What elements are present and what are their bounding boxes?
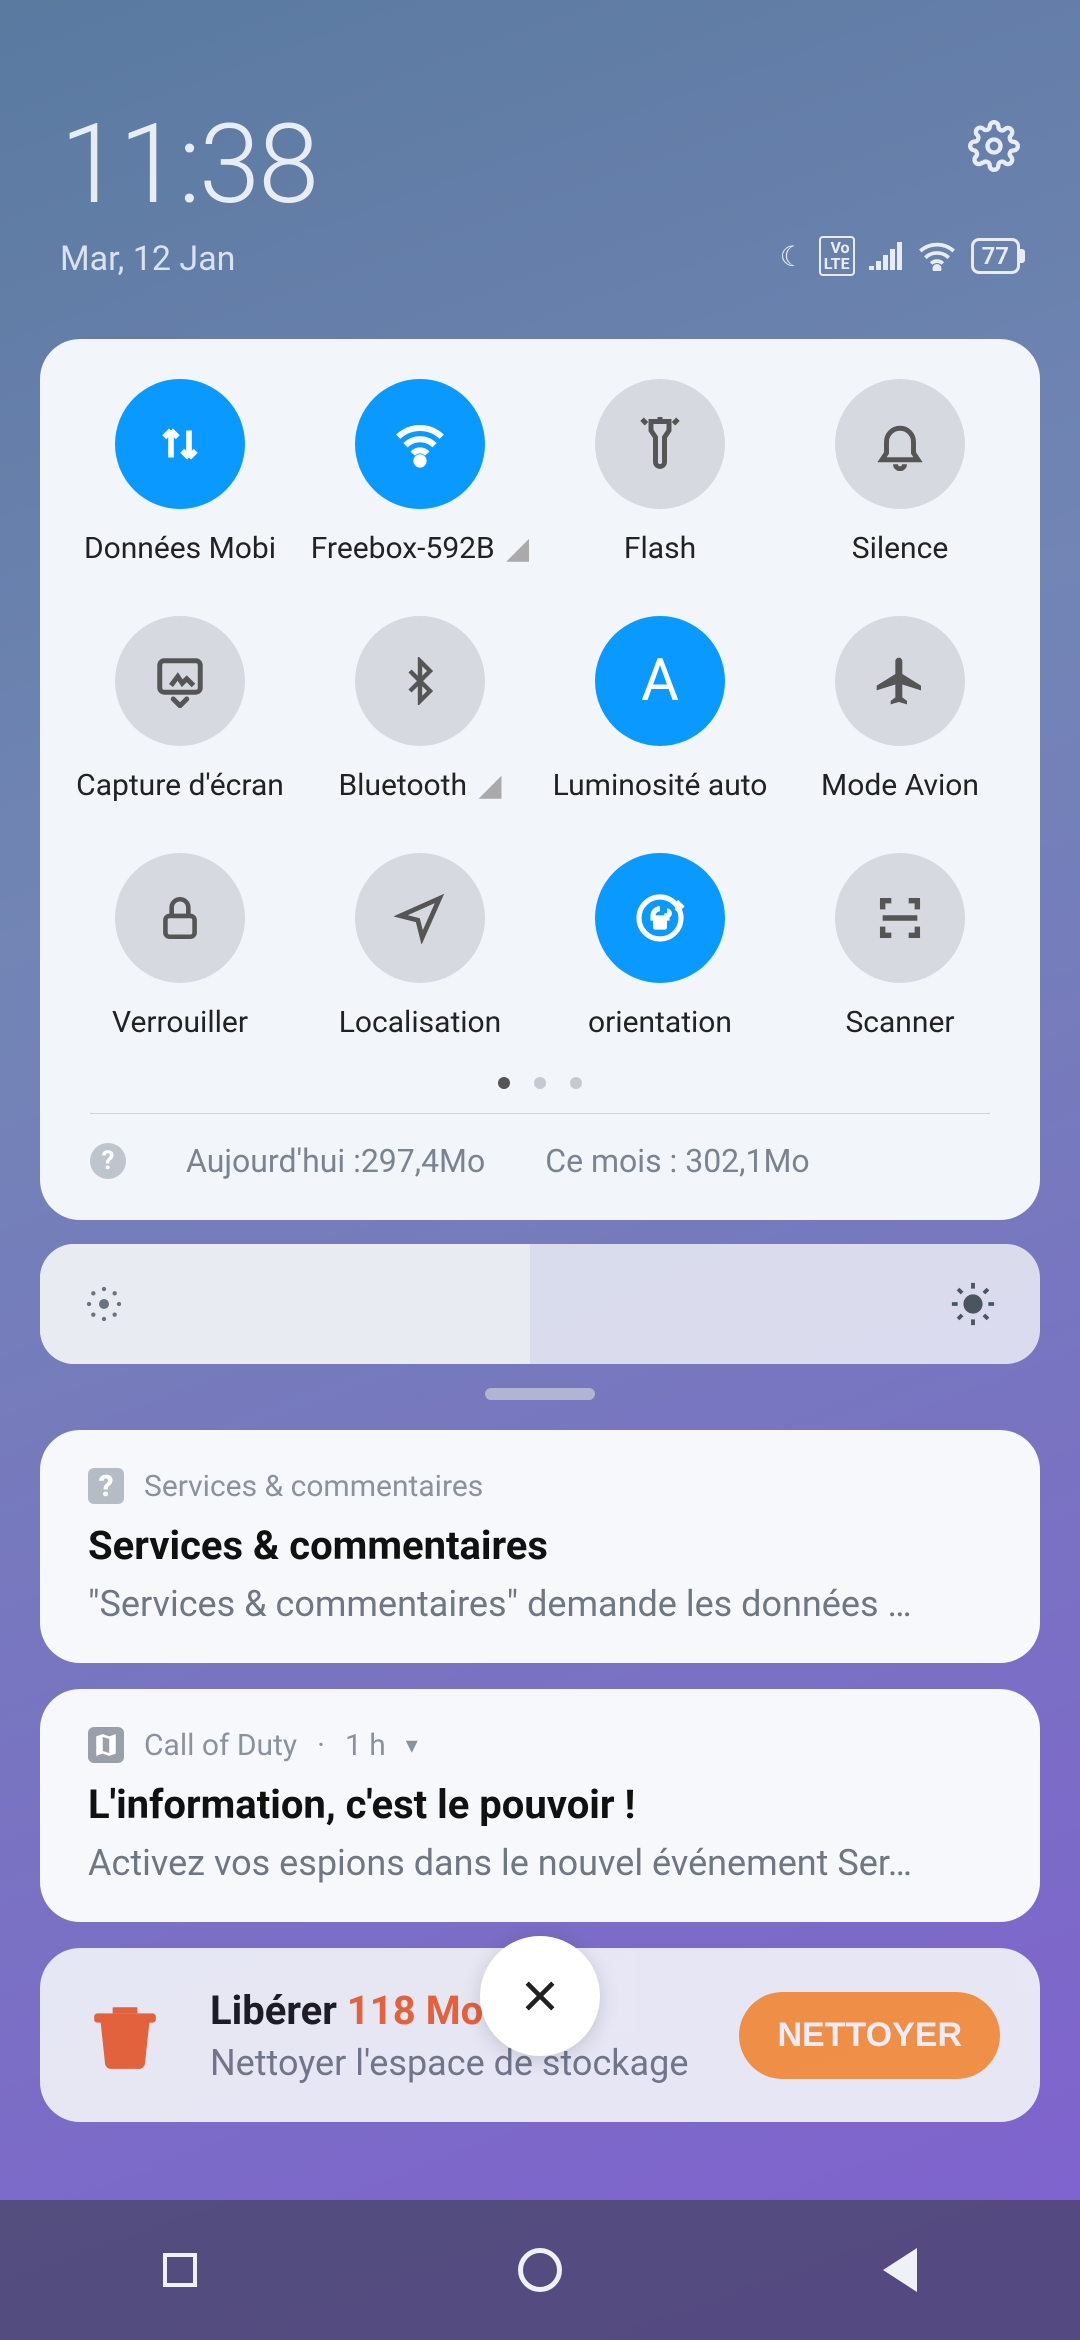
notif-body: "Services & commentaires" demande les do… — [88, 1583, 992, 1625]
tile-screenshot[interactable]: Capture d'écran — [60, 616, 300, 803]
bell-icon — [835, 379, 965, 509]
question-icon: ? — [88, 1468, 124, 1504]
tile-location[interactable]: Localisation — [300, 853, 540, 1040]
tile-label: Verrouiller — [112, 1005, 248, 1040]
tile-label: Scanner — [845, 1005, 954, 1040]
nav-recents-button[interactable] — [154, 2244, 206, 2296]
wifi-icon — [355, 379, 485, 509]
nav-back-button[interactable] — [874, 2244, 926, 2296]
question-icon: ? — [90, 1143, 126, 1179]
quick-settings-panel: Données Mobi Freebox-592B ◢ Flash Silence Ca… — [40, 339, 1040, 1220]
chevron-down-icon[interactable]: ▾ — [406, 1731, 418, 1759]
tile-label: Silence — [852, 531, 949, 566]
tile-scan[interactable]: Scanner — [780, 853, 1020, 1040]
tile-flashlight[interactable]: Flash — [540, 379, 780, 566]
tile-label: Capture d'écran — [76, 768, 284, 803]
notif-app-name: Services & commentaires — [144, 1469, 483, 1504]
clock-date: Mar, 12 Jan — [60, 239, 317, 279]
notif-header: ? Services & commentaires — [88, 1468, 992, 1504]
usage-month-label: Ce mois : — [545, 1142, 677, 1180]
notif-body: Activez vos espions dans le nouvel événe… — [88, 1842, 992, 1884]
tile-label: Localisation — [339, 1005, 501, 1040]
volte-icon: VoLTE — [819, 236, 855, 276]
battery-percent: 77 — [982, 242, 1009, 270]
clear-all-button[interactable] — [480, 1936, 600, 2056]
tile-label: Luminosité auto — [553, 768, 768, 803]
location-icon — [355, 853, 485, 983]
cleaner-title-value: 118 Mo — [347, 1987, 483, 2034]
wifi-icon — [917, 241, 957, 271]
tile-label: Freebox-592B ◢ — [311, 531, 530, 566]
data-usage-row[interactable]: ? Aujourd'hui :297,4Mo Ce mois : 302,1Mo — [60, 1114, 1020, 1190]
cleaner-subtitle: Nettoyer l'espace de stockage — [210, 2042, 699, 2084]
tile-label: orientation — [588, 1005, 732, 1040]
page-dot-1[interactable] — [498, 1077, 510, 1089]
flashlight-icon — [595, 379, 725, 509]
usage-month-value: 302,1Mo — [685, 1142, 809, 1180]
usage-today: Aujourd'hui :297,4Mo — [186, 1142, 485, 1180]
clean-button[interactable]: NETTOYER — [739, 1992, 1000, 2079]
usage-today-label: Aujourd'hui : — [186, 1142, 361, 1180]
notif-header: Call of Duty · 1 h ▾ — [88, 1727, 992, 1763]
signal-triangle-icon: ◢ — [471, 768, 502, 803]
letter-A-icon: A — [595, 616, 725, 746]
page-dot-2[interactable] — [534, 1077, 546, 1089]
notif-separator: · — [317, 1728, 325, 1763]
tile-rotation-lock[interactable]: orientation — [540, 853, 780, 1040]
sun-high-icon — [950, 1281, 996, 1327]
usage-month: Ce mois : 302,1Mo — [545, 1142, 809, 1180]
notification-services[interactable]: ? Services & commentaires Services & com… — [40, 1430, 1040, 1663]
tile-label: Mode Avion — [821, 768, 979, 803]
notif-app-name: Call of Duty — [144, 1728, 297, 1763]
status-icons: ☾ VoLTE 77 — [780, 236, 1020, 276]
cleaner-title: Libérer 118 Mo — [210, 1987, 699, 2034]
notif-time: 1 h — [345, 1728, 386, 1763]
tile-label: Bluetooth ◢ — [338, 768, 501, 803]
tile-bluetooth[interactable]: Bluetooth ◢ — [300, 616, 540, 803]
tile-wifi[interactable]: Freebox-592B ◢ — [300, 379, 540, 566]
map-icon — [88, 1727, 124, 1763]
cleaner-title-prefix: Libérer — [210, 1987, 347, 2034]
nav-home-button[interactable] — [514, 2244, 566, 2296]
header-left: 11:38 Mar, 12 Jan — [60, 100, 317, 279]
airplane-icon — [835, 616, 965, 746]
drag-handle[interactable] — [485, 1388, 595, 1400]
notif-title: Services & commentaires — [88, 1522, 992, 1569]
tile-data[interactable]: Données Mobi — [60, 379, 300, 566]
screenshot-icon — [115, 616, 245, 746]
scan-icon — [835, 853, 965, 983]
usage-today-value: 297,4Mo — [361, 1142, 485, 1180]
tile-letter-A[interactable]: A Luminosité auto — [540, 616, 780, 803]
quick-tiles-grid: Données Mobi Freebox-592B ◢ Flash Silence Ca… — [60, 379, 1020, 1040]
tile-lock[interactable]: Verrouiller — [60, 853, 300, 1040]
header-right: ☾ VoLTE 77 — [780, 100, 1020, 276]
tile-airplane[interactable]: Mode Avion — [780, 616, 1020, 803]
settings-icon[interactable] — [968, 120, 1020, 172]
dnd-moon-icon: ☾ — [780, 240, 805, 273]
tile-bell[interactable]: Silence — [780, 379, 1020, 566]
lock-icon — [115, 853, 245, 983]
signal-triangle-icon: ◢ — [499, 531, 530, 566]
nav-bar — [0, 2200, 1080, 2340]
page-dot-3[interactable] — [570, 1077, 582, 1089]
notif-title: L'information, c'est le pouvoir ! — [88, 1781, 992, 1828]
data-icon — [115, 379, 245, 509]
tile-label: Flash — [624, 531, 696, 566]
battery-indicator: 77 — [971, 238, 1020, 274]
page-dots — [60, 1074, 1020, 1093]
trash-icon — [80, 1978, 170, 2092]
cell-signal-icon — [869, 242, 903, 270]
shade-header: 11:38 Mar, 12 Jan ☾ VoLTE 77 — [0, 0, 1080, 319]
clock-time: 11:38 — [60, 100, 317, 229]
bluetooth-icon — [355, 616, 485, 746]
notification-cod[interactable]: Call of Duty · 1 h ▾ L'information, c'es… — [40, 1689, 1040, 1922]
sun-low-icon — [84, 1284, 124, 1324]
cleaner-texts: Libérer 118 Mo Nettoyer l'espace de stoc… — [210, 1987, 699, 2084]
rotation-lock-icon — [595, 853, 725, 983]
tile-label: Données Mobi — [84, 531, 276, 566]
brightness-slider[interactable] — [40, 1244, 1040, 1364]
